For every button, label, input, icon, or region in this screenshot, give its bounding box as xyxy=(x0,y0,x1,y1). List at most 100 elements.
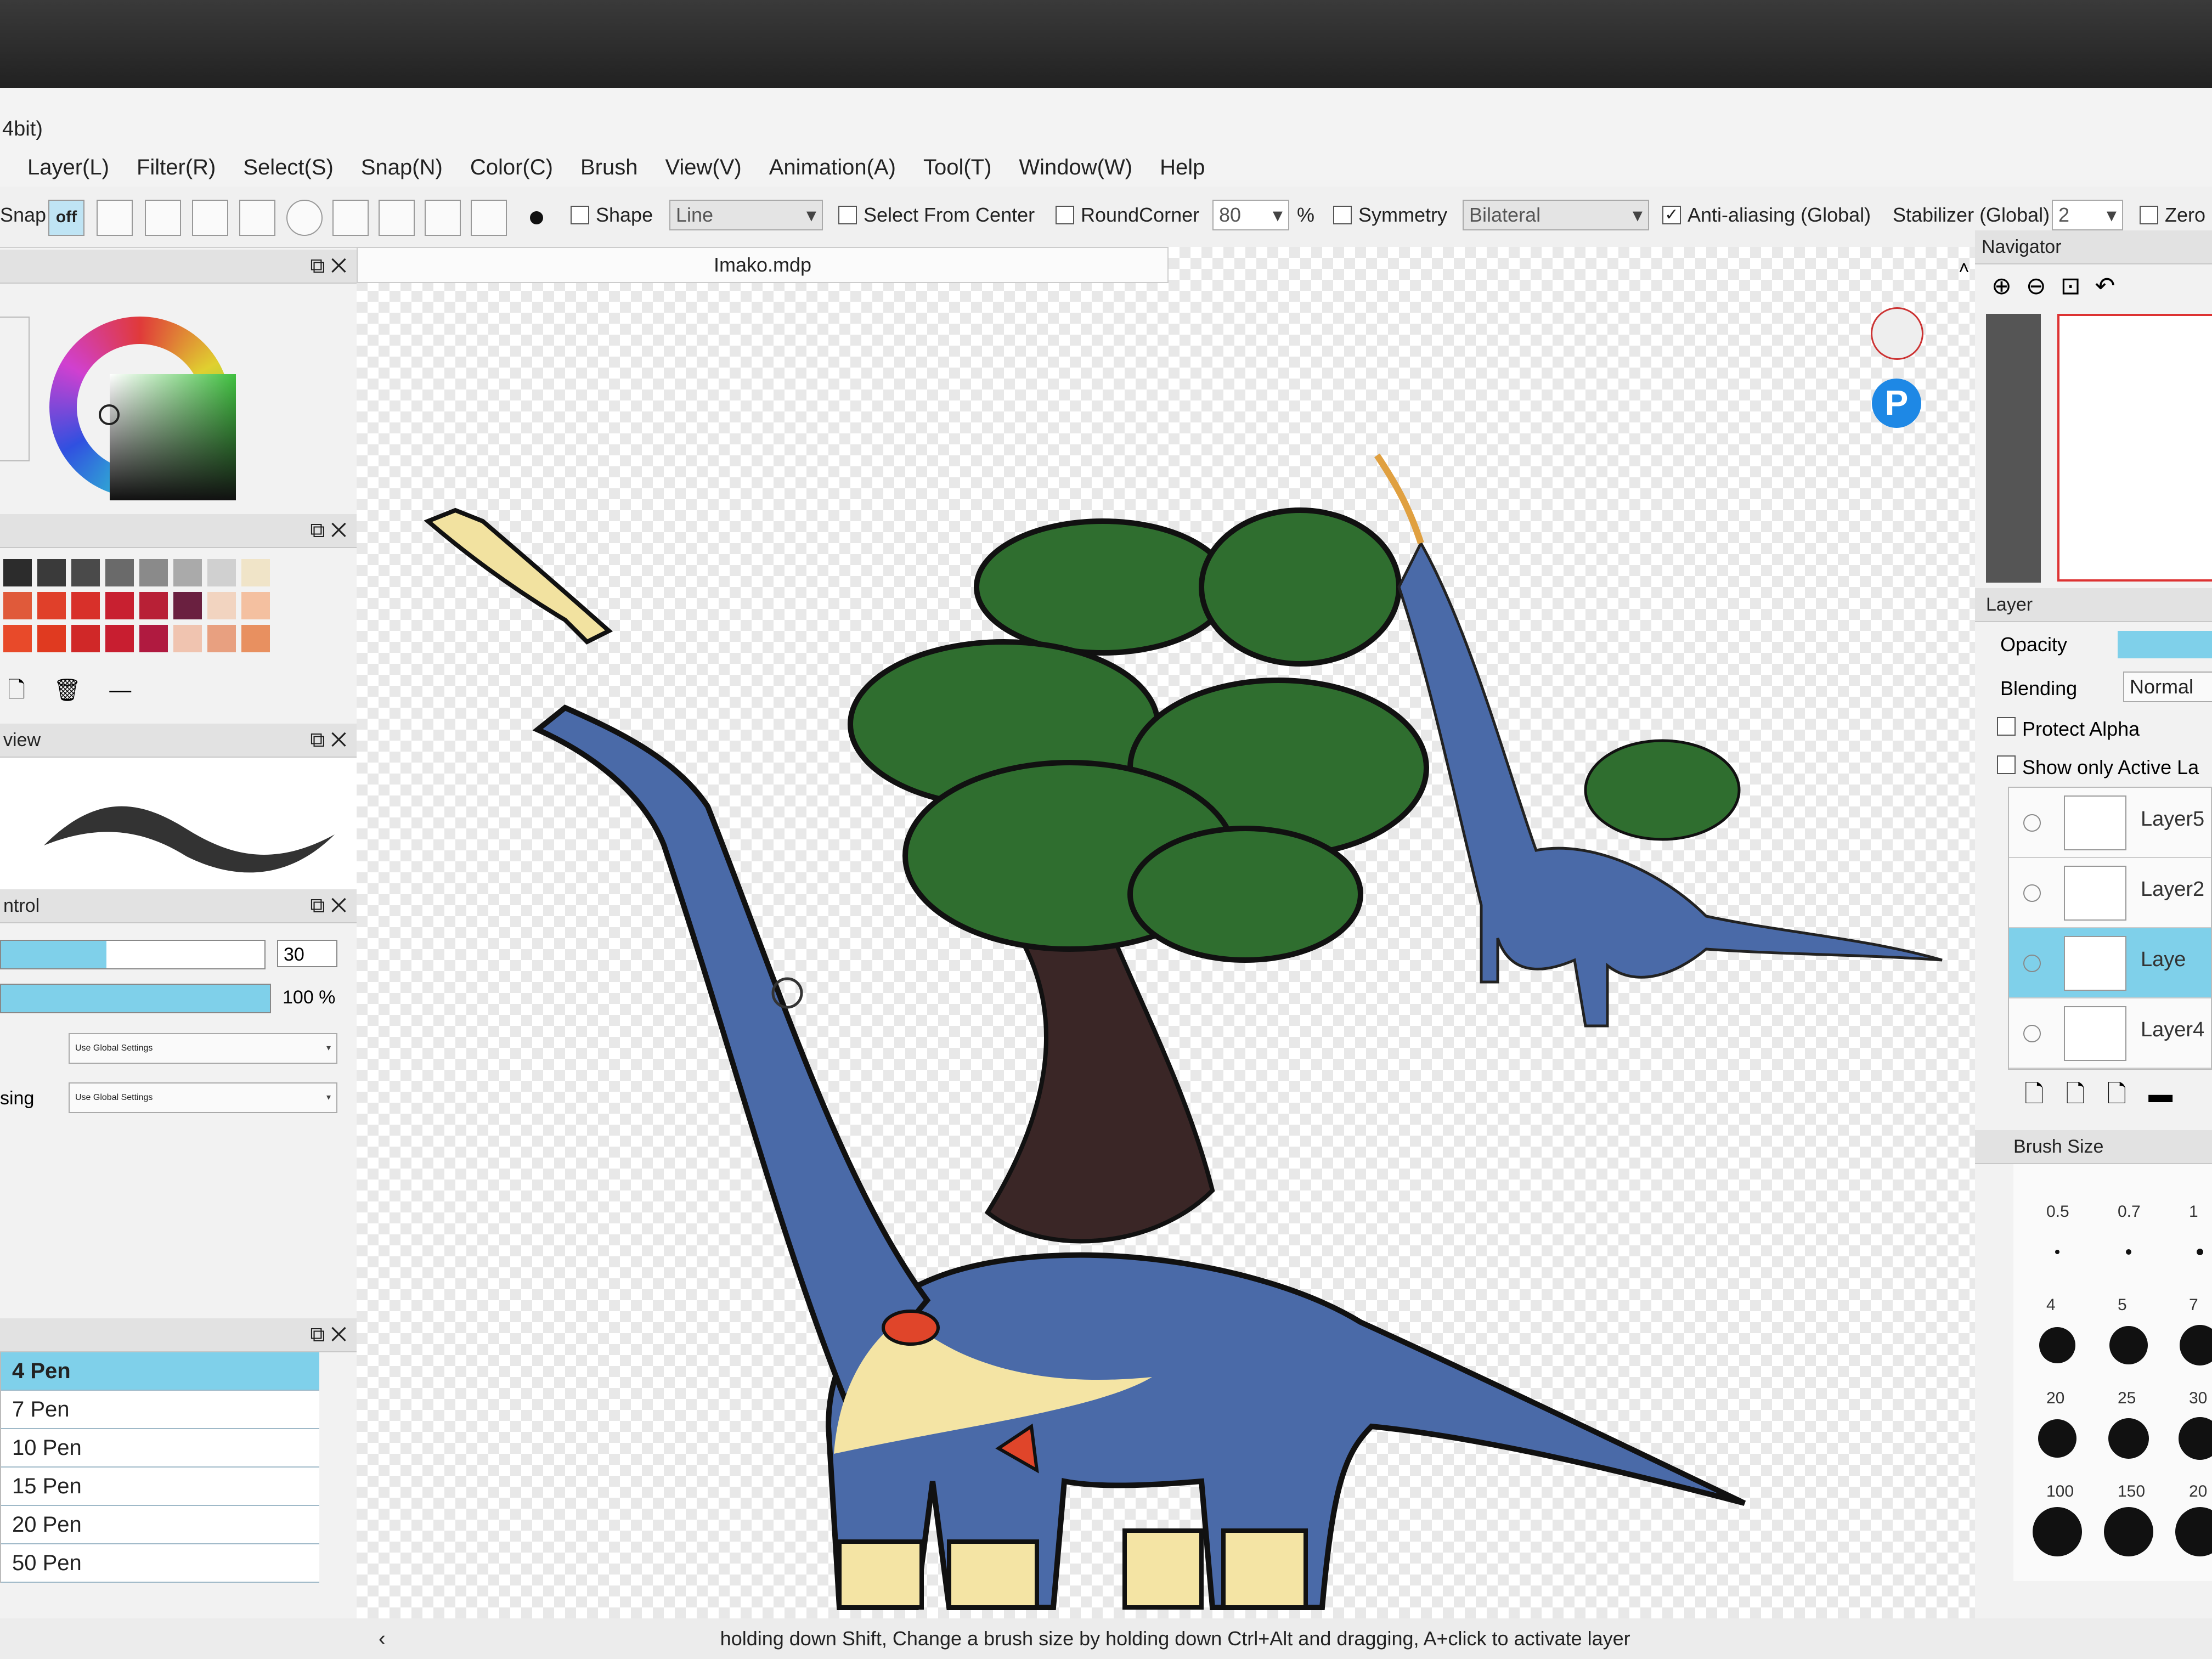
menu-help[interactable]: Help xyxy=(1160,155,1205,180)
snap-perspective-icon[interactable] xyxy=(471,200,507,236)
brush-item[interactable]: 15 Pen xyxy=(1,1468,319,1506)
visibility-icon[interactable] xyxy=(2023,955,2041,972)
show-only-active-checkbox[interactable] xyxy=(1997,755,2016,774)
brush-size-dot[interactable] xyxy=(2126,1249,2131,1255)
rotate-icon[interactable]: ↶ xyxy=(2095,273,2130,300)
snap-dot-icon[interactable] xyxy=(530,211,543,224)
canvas-area[interactable]: P ˄ ˅ xyxy=(357,247,1975,1650)
palette-swatch[interactable] xyxy=(139,625,168,652)
setting2-select[interactable]: Use Global Settings xyxy=(69,1082,337,1113)
snap-vanishing-icon[interactable] xyxy=(192,200,228,236)
layer-row[interactable]: Layer2 xyxy=(2009,858,2211,928)
brush-item[interactable]: 4 Pen xyxy=(1,1352,319,1391)
menu-brush[interactable]: Brush xyxy=(580,155,638,180)
brush-size-dot[interactable] xyxy=(2197,1249,2203,1255)
layer-opacity-slider[interactable] xyxy=(2118,631,2212,658)
new-swatch-icon[interactable]: 🗋 xyxy=(8,678,25,702)
menu-view[interactable]: View(V) xyxy=(665,155,741,180)
panel-buttons[interactable]: ⧉ ✕ xyxy=(310,889,347,922)
select-from-center-option[interactable]: Select From Center xyxy=(838,198,1035,233)
zero-option[interactable]: Zero xyxy=(2140,198,2205,233)
anti-aliasing-checkbox[interactable]: ✓ xyxy=(1662,206,1681,224)
palette-swatch[interactable] xyxy=(173,559,202,586)
brush-size-dot[interactable] xyxy=(2180,1325,2212,1365)
palette-swatch[interactable] xyxy=(71,592,100,619)
palette-swatch[interactable] xyxy=(173,592,202,619)
visibility-icon[interactable] xyxy=(2023,1025,2041,1042)
brush-item[interactable]: 50 Pen xyxy=(1,1544,319,1583)
palette-swatch[interactable] xyxy=(37,559,66,586)
menu-window[interactable]: Window(W) xyxy=(1019,155,1132,180)
brush-size-dot[interactable] xyxy=(2109,1326,2148,1364)
menu-tool[interactable]: Tool(T) xyxy=(923,155,991,180)
layer-blending-select[interactable]: Normal xyxy=(2123,672,2212,702)
palette-swatch[interactable] xyxy=(207,559,236,586)
round-corner-value[interactable]: 80 xyxy=(1212,200,1289,230)
scroll-up-icon[interactable]: ˄ xyxy=(1959,258,1970,279)
pixiv-icon[interactable]: P xyxy=(1872,379,1921,428)
size-value[interactable]: 30 xyxy=(277,940,337,967)
round-corner-checkbox[interactable] xyxy=(1056,206,1074,224)
new-layer-2-icon[interactable]: 🗋 xyxy=(2066,1081,2107,1108)
palette-swatch[interactable] xyxy=(207,625,236,652)
protect-alpha-checkbox[interactable] xyxy=(1997,717,2016,736)
copy-layer-icon[interactable]: 🗋 xyxy=(2107,1081,2148,1108)
layer-row[interactable]: Layer5 xyxy=(2009,788,2211,858)
brush-size-dot[interactable] xyxy=(2038,1419,2076,1458)
layer-row[interactable]: Layer4 xyxy=(2009,998,2211,1069)
palette-swatch[interactable] xyxy=(37,592,66,619)
menu-snap[interactable]: Snap(N) xyxy=(361,155,443,180)
palette-swatch[interactable] xyxy=(207,592,236,619)
snap-grid-icon[interactable] xyxy=(379,200,415,236)
folder-icon[interactable]: ▬ xyxy=(2148,1081,2194,1108)
palette-swatch[interactable] xyxy=(241,559,270,586)
palette-swatch[interactable] xyxy=(71,625,100,652)
opacity-slider[interactable] xyxy=(0,984,271,1013)
menu-layer[interactable]: Layer(L) xyxy=(27,155,109,180)
symmetry-select[interactable]: Bilateral xyxy=(1463,200,1649,230)
panel-buttons[interactable]: ⧉ ✕ xyxy=(310,1318,347,1351)
color-palette[interactable] xyxy=(0,548,357,674)
layer-row[interactable]: Laye xyxy=(2009,928,2211,998)
symmetry-option[interactable]: Symmetry xyxy=(1333,198,1447,233)
palette-swatch[interactable] xyxy=(241,625,270,652)
snap-diagonal-icon[interactable] xyxy=(239,200,275,236)
brush-size-grid[interactable]: 0.5 0.7 1 4 5 7 20 25 30 100 150 20 xyxy=(2013,1164,2212,1581)
shape-checkbox[interactable] xyxy=(571,206,589,224)
palette-swatch[interactable] xyxy=(105,592,134,619)
snap-off-button[interactable]: off xyxy=(48,200,84,236)
new-layer-icon[interactable]: 🗋 xyxy=(2024,1081,2066,1108)
shape-option[interactable]: Shape xyxy=(571,198,653,233)
scroll-left-icon[interactable]: ‹ xyxy=(379,1627,386,1650)
palette-swatch[interactable] xyxy=(139,559,168,586)
menu-filter[interactable]: Filter(R) xyxy=(137,155,216,180)
stabilizer-select[interactable]: 2 xyxy=(2052,200,2123,230)
snap-crisscross-icon[interactable] xyxy=(145,200,181,236)
separator-icon[interactable]: — xyxy=(109,678,131,702)
anti-aliasing-option[interactable]: ✓ Anti-aliasing (Global) xyxy=(1662,198,1871,233)
brush-size-dot[interactable] xyxy=(2039,1327,2075,1363)
avatar-icon[interactable] xyxy=(1871,307,1923,360)
panel-buttons[interactable]: ⧉ ✕ xyxy=(310,514,347,547)
brush-size-dot[interactable] xyxy=(2179,1417,2212,1460)
setting1-select[interactable]: Use Global Settings xyxy=(69,1033,337,1064)
document-tab[interactable]: Imako.mdp xyxy=(357,247,1169,283)
snap-grid2-icon[interactable] xyxy=(425,200,461,236)
brush-item[interactable]: 7 Pen xyxy=(1,1391,319,1429)
palette-swatch[interactable] xyxy=(105,559,134,586)
shape-select[interactable]: Line xyxy=(669,200,823,230)
size-slider[interactable] xyxy=(0,940,266,969)
show-only-active-option[interactable]: Show only Active La xyxy=(1975,748,2212,787)
snap-curve-icon[interactable] xyxy=(332,200,369,236)
protect-alpha-option[interactable]: Protect Alpha xyxy=(1975,710,2212,748)
select-from-center-checkbox[interactable] xyxy=(838,206,857,224)
snap-parallel-icon[interactable] xyxy=(97,200,133,236)
palette-swatch[interactable] xyxy=(139,592,168,619)
menu-color[interactable]: Color(C) xyxy=(470,155,553,180)
palette-swatch[interactable] xyxy=(37,625,66,652)
zoom-out-icon[interactable]: ⊖ xyxy=(2026,273,2061,300)
navigator-preview[interactable] xyxy=(1975,308,2212,588)
saturation-value-square[interactable] xyxy=(110,374,236,500)
snap-concentric-icon[interactable] xyxy=(286,200,323,236)
palette-swatch[interactable] xyxy=(241,592,270,619)
